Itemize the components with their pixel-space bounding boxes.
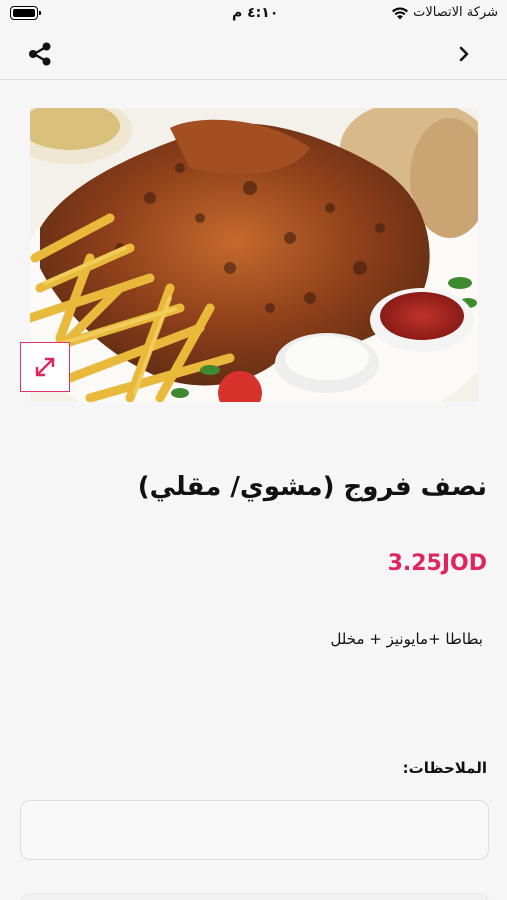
product-image [30,108,478,402]
back-button[interactable] [453,40,477,68]
status-time: ٤:١٠ م [232,5,279,21]
expand-image-button[interactable] [20,342,70,392]
notes-label: الملاحظات: [402,759,487,777]
product-photo [30,108,478,402]
status-bar: ٤:١٠ م شركة الاتصالات [0,0,507,30]
carrier-info: شركة الاتصالات [391,5,498,20]
product-description: بطاطا +مايونيز + مخلل [330,630,483,648]
wifi-icon [392,6,409,19]
notes-input[interactable] [20,800,489,860]
product-title: نصف فروج (مشوي/ مقلي) [137,472,487,502]
share-button[interactable] [24,38,56,70]
bottom-panel-edge [20,893,489,900]
carrier-name: شركة الاتصالات [413,5,498,20]
navigation-bar [0,30,507,80]
expand-icon [35,357,55,377]
product-price: 3.25JOD [387,551,487,576]
chevron-right-icon [459,46,469,62]
battery-icon [10,6,41,20]
share-icon [29,42,51,66]
